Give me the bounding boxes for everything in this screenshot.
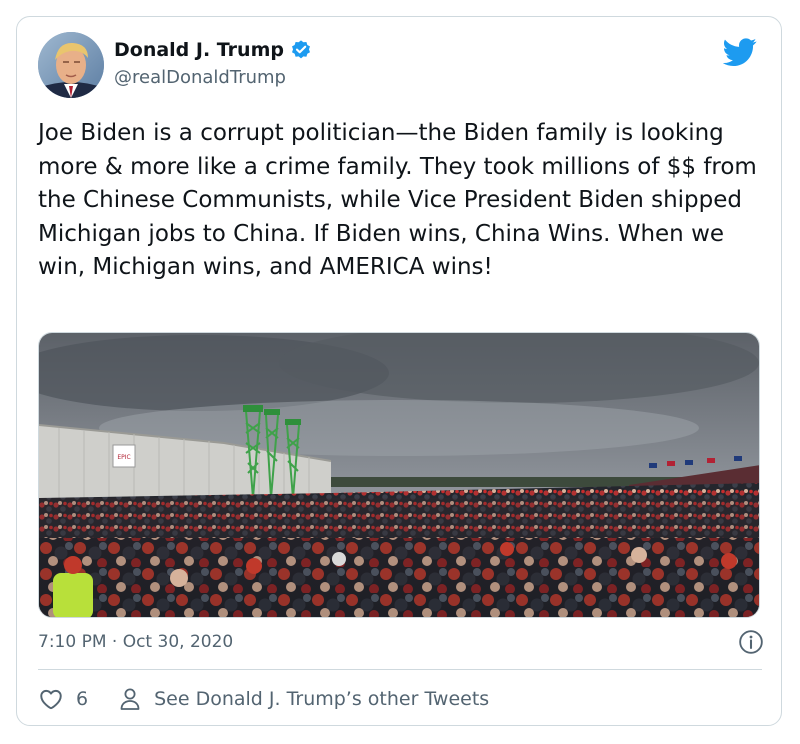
avatar-photo [38,32,104,98]
heart-icon [38,686,64,712]
author-handle[interactable]: @realDonaldTrump [114,67,312,88]
author-name[interactable]: Donald J. Trump [114,39,284,61]
like-count: 6 [76,688,89,710]
person-icon [118,686,142,712]
tweet-actions: 6 See Donald J. Trump’s other Tweets [38,681,489,717]
verified-badge-icon [290,39,312,61]
author-name-row: Donald J. Trump [114,39,312,61]
author-block[interactable]: Donald J. Trump @realDonaldTrump [114,39,312,88]
tweet-text: Joe Biden is a corrupt politician—the Bi… [38,120,757,281]
divider [38,669,762,670]
timestamp-row: 7:10 PM · Oct 30, 2020 [38,627,764,657]
author-avatar[interactable] [38,32,104,98]
twitter-bird-icon[interactable] [723,35,757,69]
info-icon[interactable] [738,629,764,655]
hangar-sign-text: EPIC [117,454,130,461]
rally-crowd-photo: EPIC [39,333,759,617]
tweet-photo[interactable]: EPIC [38,332,760,618]
tweet-card: Donald J. Trump @realDonaldTrump Joe Bid… [16,16,782,726]
tweet-timestamp[interactable]: 7:10 PM · Oct 30, 2020 [38,632,233,652]
see-other-tweets-link[interactable]: See Donald J. Trump’s other Tweets [118,686,489,712]
like-button[interactable]: 6 [38,686,88,712]
see-other-tweets-label: See Donald J. Trump’s other Tweets [154,688,490,710]
